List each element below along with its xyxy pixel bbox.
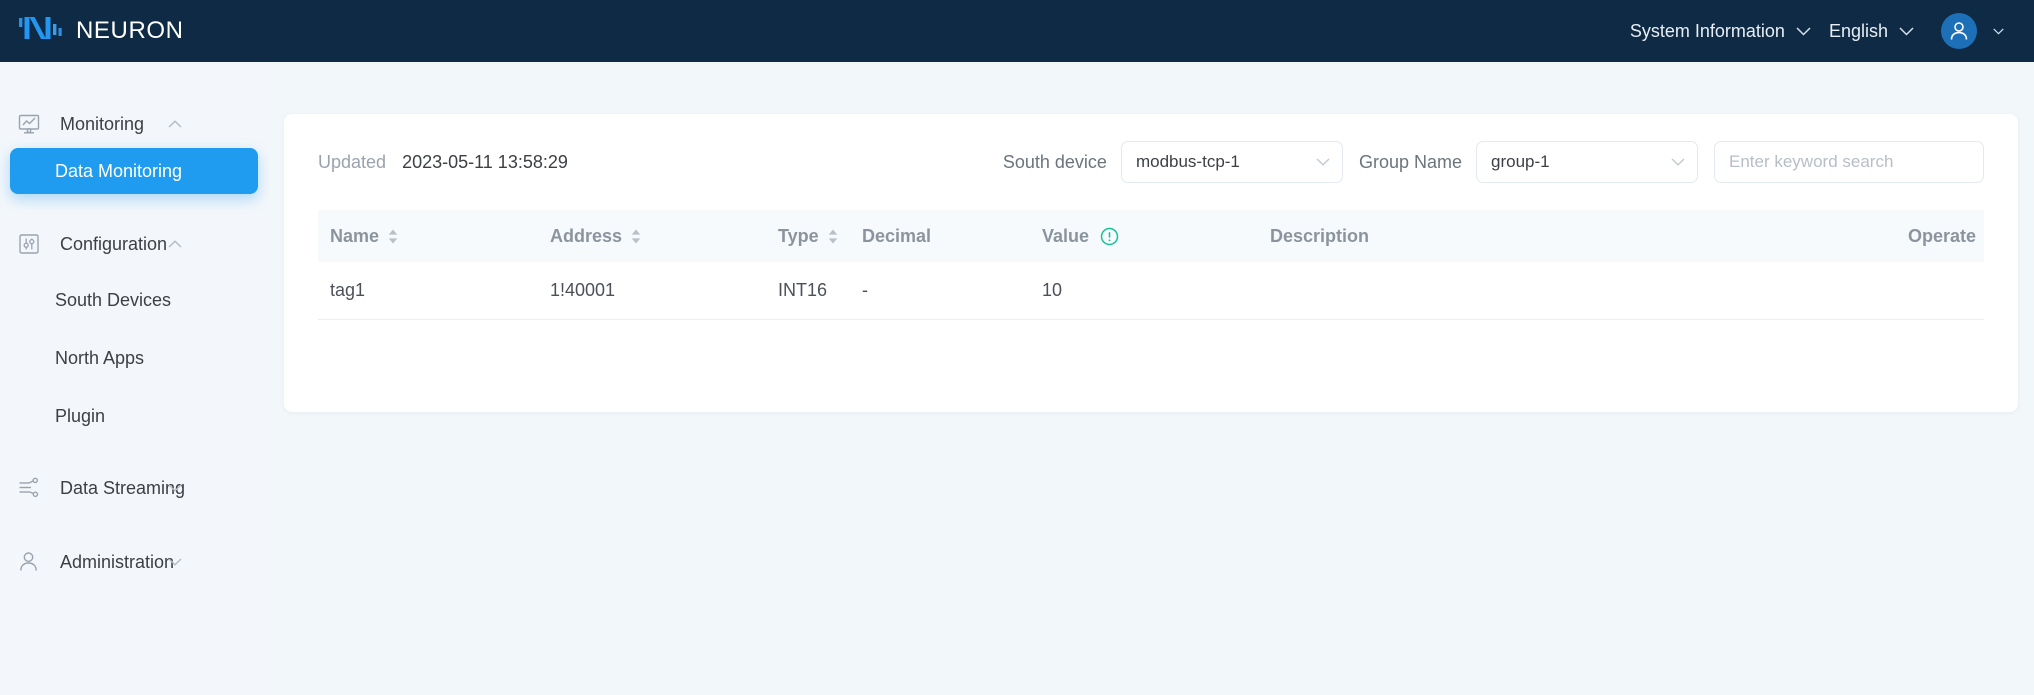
sidebar-item-data-streaming[interactable]: Data Streaming: [0, 464, 270, 512]
cell-address: 1!40001: [550, 280, 616, 300]
group-name-value: group-1: [1491, 152, 1550, 171]
column-label: Description: [1270, 225, 1370, 246]
sidebar-item-north-apps[interactable]: North Apps: [0, 334, 270, 382]
system-information-label: System Information: [1629, 20, 1785, 41]
cell-type: INT16: [778, 280, 828, 300]
column-header-decimal: Decimal: [862, 226, 1042, 247]
user-avatar-icon: [1950, 22, 1968, 40]
info-circle-icon[interactable]: [1100, 227, 1119, 246]
column-header-value: Value: [1042, 226, 1270, 247]
sidebar-item-label: North Apps: [55, 347, 145, 368]
chevron-down-icon: [168, 558, 182, 566]
column-header-operate: Operate: [1854, 226, 1984, 247]
brand-logo[interactable]: NEURON: [18, 14, 184, 48]
south-device-select[interactable]: modbus-tcp-1: [1120, 141, 1343, 183]
column-label: Type: [778, 225, 819, 246]
main-content: Updated 2023-05-11 13:58:29 South device…: [270, 62, 2034, 695]
cell-value: 10: [1042, 280, 1063, 300]
filter-controls: South device modbus-tcp-1 Group Name gro…: [1003, 141, 1984, 183]
table-header-row: Name Address Type Decimal Value Descript…: [318, 210, 1984, 262]
sidebar-item-administration[interactable]: Administration: [0, 538, 270, 586]
sidebar: Monitoring Data Monitoring Configuration…: [0, 62, 270, 695]
data-monitoring-card: Updated 2023-05-11 13:58:29 South device…: [284, 114, 2018, 412]
column-header-address[interactable]: Address: [550, 226, 778, 247]
group-name-label: Group Name: [1358, 151, 1462, 172]
neuron-logo-icon: [19, 17, 62, 39]
avatar: [1941, 13, 1977, 49]
language-menu[interactable]: English: [1820, 0, 1923, 62]
app-header: NEURON System Information English: [0, 0, 2034, 62]
sidebar-item-plugin[interactable]: Plugin: [0, 392, 270, 440]
data-flow-icon: [16, 475, 42, 501]
chevron-up-icon: [168, 240, 182, 248]
sort-arrows-icon[interactable]: [631, 229, 641, 244]
column-label: Name: [330, 225, 380, 246]
search-input[interactable]: [1714, 141, 1984, 183]
sidebar-item-configuration[interactable]: Configuration: [0, 220, 270, 268]
chevron-down-icon: [168, 484, 182, 492]
chevron-down-icon: [1316, 158, 1330, 166]
user-menu[interactable]: [1923, 13, 2008, 49]
column-label: Decimal: [862, 225, 932, 246]
sort-arrows-icon[interactable]: [388, 229, 398, 244]
tags-table: Name Address Type Decimal Value Descript…: [318, 210, 1984, 320]
brand-name: NEURON: [76, 17, 184, 44]
chevron-down-icon: [1899, 26, 1914, 36]
column-header-description: Description: [1270, 226, 1854, 247]
sidebar-item-label: Configuration: [60, 233, 168, 254]
sidebar-item-label: South Devices: [55, 289, 172, 310]
sidebar-item-monitoring[interactable]: Monitoring: [0, 100, 270, 148]
cell-name: tag1: [330, 280, 366, 300]
group-name-select[interactable]: group-1: [1476, 141, 1698, 183]
chevron-down-icon: [1796, 26, 1811, 36]
sidebar-item-data-monitoring[interactable]: Data Monitoring: [10, 148, 258, 194]
sidebar-item-label: Administration: [60, 551, 175, 572]
language-label: English: [1828, 20, 1888, 41]
system-information-menu[interactable]: System Information: [1621, 0, 1820, 62]
sidebar-item-south-devices[interactable]: South Devices: [0, 276, 270, 324]
column-header-type[interactable]: Type: [778, 226, 862, 247]
sidebar-item-label: Monitoring: [60, 113, 145, 134]
chevron-down-icon: [1671, 158, 1685, 166]
chevron-up-icon: [168, 120, 182, 128]
chevron-down-icon: [1993, 28, 2004, 34]
south-device-label: South device: [1002, 151, 1107, 172]
sidebar-item-label: Data Streaming: [60, 477, 186, 498]
updated-timestamp: 2023-05-11 13:58:29: [402, 151, 568, 172]
updated-label: Updated: [318, 151, 387, 172]
column-header-name[interactable]: Name: [318, 226, 550, 247]
person-icon: [16, 549, 42, 575]
sliders-icon: [16, 231, 42, 257]
column-label: Operate: [1907, 225, 1976, 246]
table-row[interactable]: tag1 1!40001 INT16 - 10: [318, 262, 1984, 320]
cell-decimal: -: [862, 280, 868, 300]
header-actions: System Information English: [1621, 0, 2008, 62]
filter-bar: Updated 2023-05-11 13:58:29 South device…: [284, 114, 2018, 210]
south-device-value: modbus-tcp-1: [1135, 152, 1240, 171]
sidebar-item-label: Plugin: [55, 405, 106, 426]
column-label: Address: [550, 225, 623, 246]
sidebar-item-label: Data Monitoring: [55, 160, 183, 181]
monitor-chart-icon: [16, 111, 42, 137]
sort-arrows-icon[interactable]: [828, 229, 838, 244]
column-label: Value: [1042, 225, 1090, 246]
